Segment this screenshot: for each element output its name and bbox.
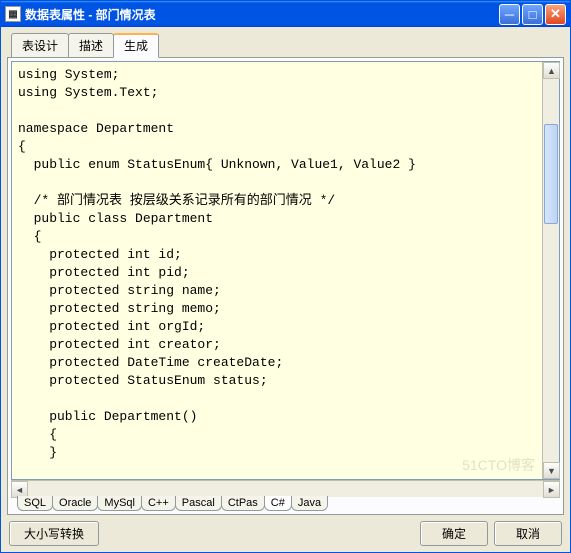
titlebar[interactable]: ▦ 数据表属性 - 部门情况表 ─ □ ✕ <box>1 1 570 27</box>
lang-tab-cpp[interactable]: C++ <box>141 496 176 511</box>
top-tabstrip: 表设计 描述 生成 <box>7 33 564 58</box>
lang-tab-java[interactable]: Java <box>291 496 328 511</box>
app-icon: ▦ <box>5 6 21 22</box>
lang-tab-csharp[interactable]: C# <box>264 496 292 511</box>
bottom-tabstrip: SQL Oracle MySql C++ Pascal CtPas C# Jav… <box>11 496 560 511</box>
lang-tab-pascal[interactable]: Pascal <box>175 496 222 511</box>
editor-panel: using System; using System.Text; namespa… <box>7 57 564 515</box>
vertical-scrollbar[interactable]: ▲ ▼ <box>542 62 559 479</box>
lang-tab-oracle[interactable]: Oracle <box>52 496 98 511</box>
ok-button[interactable]: 确定 <box>420 521 488 546</box>
scroll-down-icon[interactable]: ▼ <box>543 462 560 479</box>
scroll-up-icon[interactable]: ▲ <box>543 62 560 79</box>
editor-box: using System; using System.Text; namespa… <box>11 61 560 480</box>
lang-tab-sql[interactable]: SQL <box>17 496 53 511</box>
lang-tab-mysql[interactable]: MySql <box>97 496 142 511</box>
lang-tab-ctpas[interactable]: CtPas <box>221 496 265 511</box>
tab-description[interactable]: 描述 <box>68 33 114 58</box>
button-row: 大小写转换 确定 取消 <box>7 515 564 548</box>
horizontal-scrollbar[interactable]: ◄ ► <box>11 480 560 497</box>
v-scroll-thumb[interactable] <box>544 124 558 224</box>
cancel-button[interactable]: 取消 <box>494 521 562 546</box>
h-scroll-track[interactable] <box>28 481 543 497</box>
window-controls: ─ □ ✕ <box>499 4 566 25</box>
window-title: 数据表属性 - 部门情况表 <box>25 6 499 23</box>
case-toggle-button[interactable]: 大小写转换 <box>9 521 99 546</box>
tab-table-design[interactable]: 表设计 <box>11 33 69 58</box>
main-window: ▦ 数据表属性 - 部门情况表 ─ □ ✕ 表设计 描述 生成 using Sy… <box>0 0 571 553</box>
minimize-button[interactable]: ─ <box>499 4 520 25</box>
close-button[interactable]: ✕ <box>545 4 566 25</box>
tab-generate[interactable]: 生成 <box>113 33 159 58</box>
client-area: 表设计 描述 生成 using System; using System.Tex… <box>1 27 570 552</box>
maximize-button[interactable]: □ <box>522 4 543 25</box>
v-scroll-track[interactable] <box>543 79 559 462</box>
code-editor[interactable]: using System; using System.Text; namespa… <box>12 62 542 479</box>
